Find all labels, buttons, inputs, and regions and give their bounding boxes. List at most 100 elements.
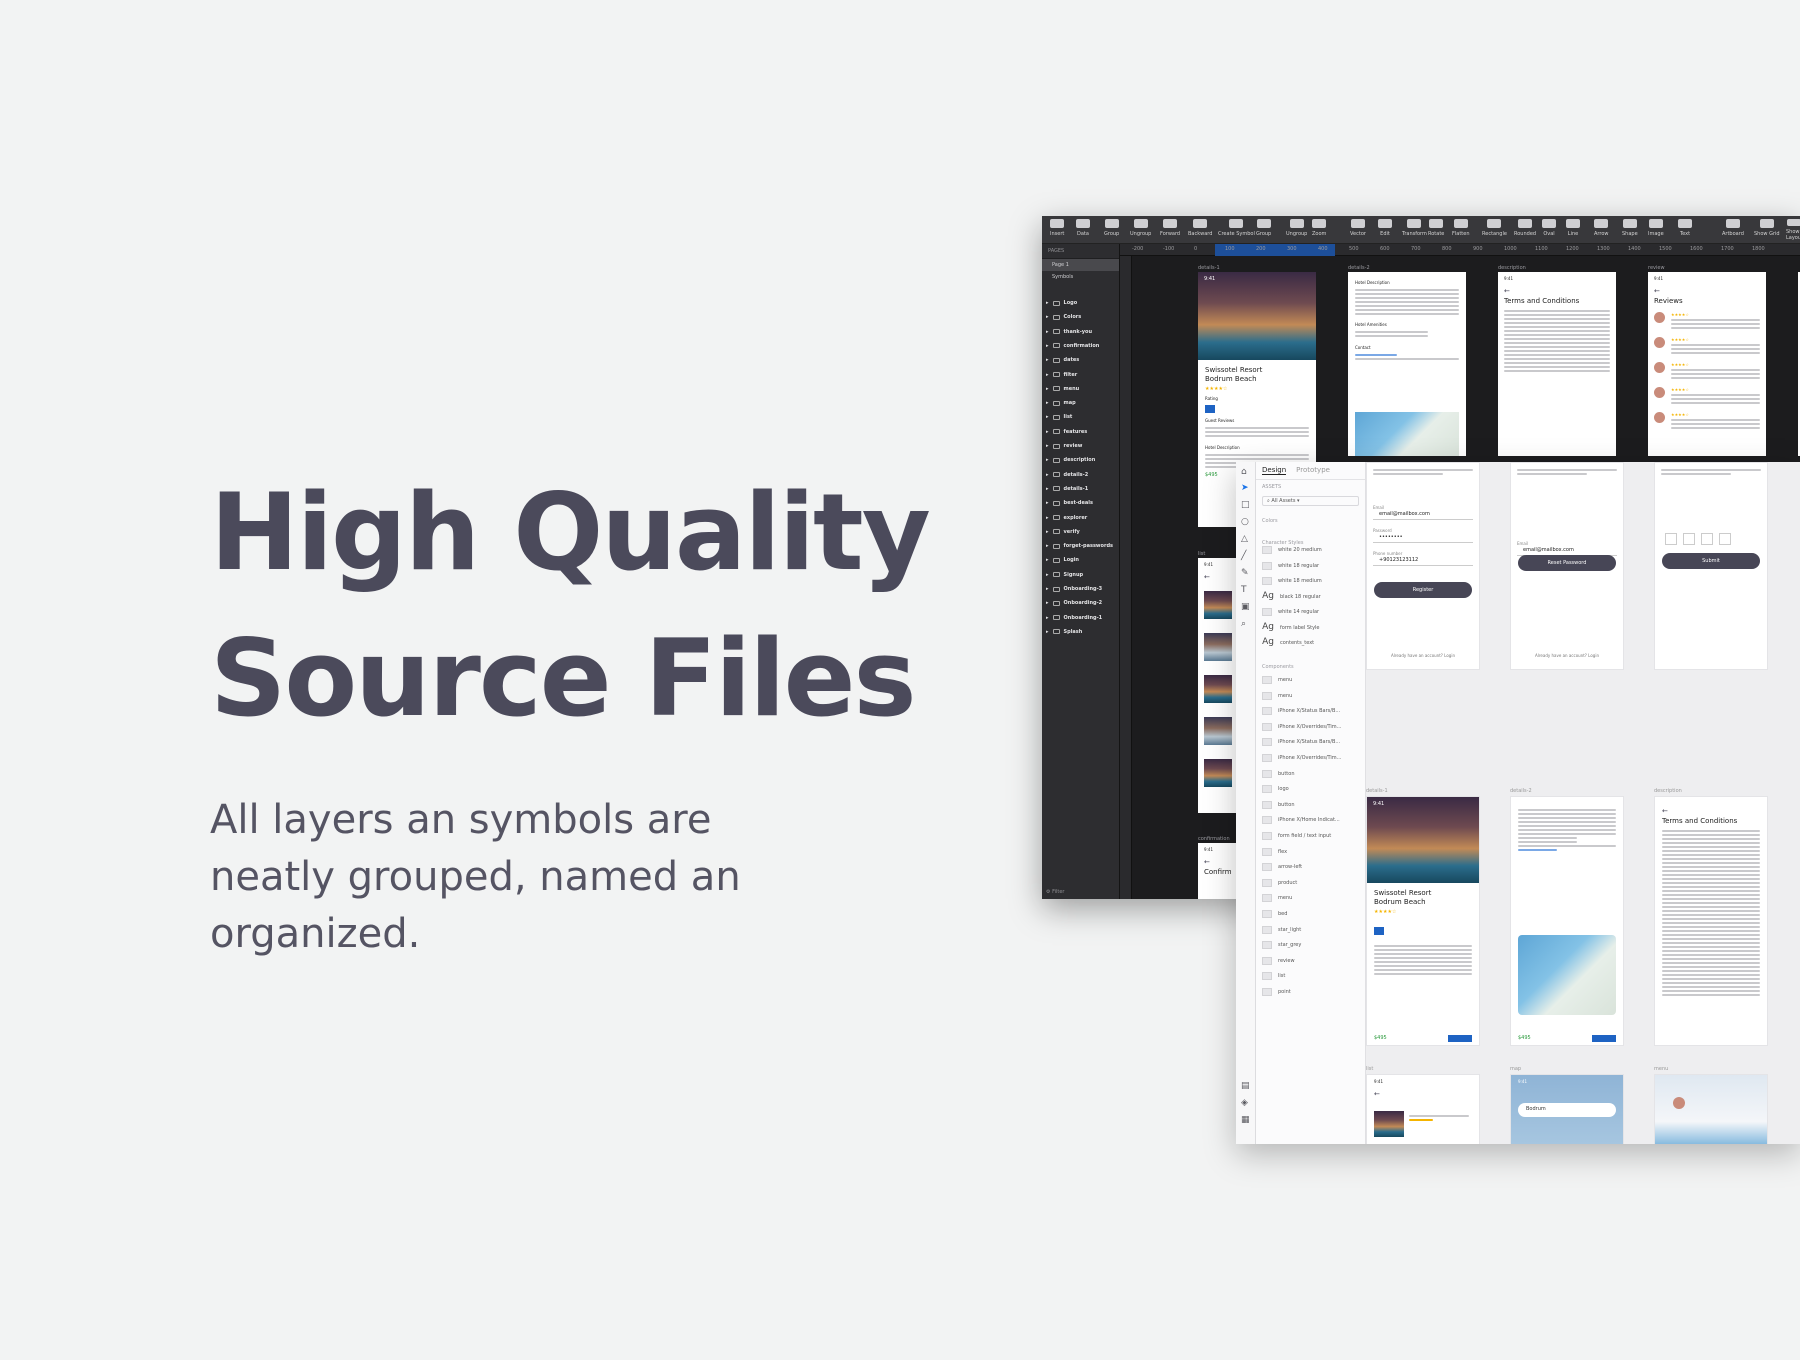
assets-icon[interactable]: ▦ bbox=[1241, 1116, 1250, 1125]
card-menu[interactable] bbox=[1654, 1074, 1768, 1144]
artboard-description[interactable]: 9:41 ← Terms and Conditions bbox=[1498, 272, 1616, 456]
component-item[interactable]: menu bbox=[1262, 676, 1362, 684]
toolbar-button-rounded[interactable]: Rounded bbox=[1514, 219, 1536, 241]
component-item[interactable]: list bbox=[1262, 972, 1362, 981]
pen-icon[interactable]: ✎ bbox=[1241, 569, 1250, 578]
component-item[interactable]: logo bbox=[1262, 785, 1362, 794]
artboard-list[interactable]: 9:41 ← bbox=[1198, 558, 1238, 813]
login-link[interactable]: Already have an account? Login bbox=[1367, 653, 1479, 658]
layer-item[interactable]: ▸ features bbox=[1046, 429, 1087, 435]
page-item-symbols[interactable]: Symbols bbox=[1042, 271, 1119, 283]
layer-filter[interactable]: ⚙ Filter bbox=[1046, 889, 1064, 895]
search-icon[interactable]: ⌕ bbox=[1241, 620, 1250, 629]
card-details2[interactable]: $495 bbox=[1510, 796, 1624, 1046]
form-register[interactable]: Email email@mailbox.com Password •••••••… bbox=[1366, 462, 1480, 670]
text-icon[interactable]: T bbox=[1241, 586, 1250, 595]
submit-button[interactable]: Submit bbox=[1662, 553, 1760, 569]
layer-item[interactable]: ▸ list bbox=[1046, 414, 1072, 420]
disclosure-arrow-icon[interactable]: ▸ bbox=[1046, 629, 1049, 635]
disclosure-arrow-icon[interactable]: ▸ bbox=[1046, 500, 1049, 506]
line-icon[interactable]: ╱ bbox=[1241, 552, 1250, 561]
back-arrow-icon[interactable]: ← bbox=[1648, 285, 1766, 297]
layer-item[interactable]: ▸ description bbox=[1046, 457, 1095, 463]
character-style-item[interactable]: white 18 regular bbox=[1262, 561, 1362, 570]
character-style-item[interactable]: white 20 medium bbox=[1262, 546, 1362, 554]
disclosure-arrow-icon[interactable]: ▸ bbox=[1046, 400, 1049, 406]
toolbar-button-transform[interactable]: Transform bbox=[1402, 219, 1427, 241]
rectangle-icon[interactable]: □ bbox=[1241, 501, 1250, 510]
disclosure-arrow-icon[interactable]: ▸ bbox=[1046, 543, 1049, 549]
disclosure-arrow-icon[interactable]: ▸ bbox=[1046, 343, 1049, 349]
component-item[interactable]: iPhone X/Overrides/Tim... bbox=[1262, 754, 1362, 762]
layer-item[interactable]: ▸ Onboarding-2 bbox=[1046, 600, 1102, 606]
artboard-details2[interactable]: Hotel Description Hotel Amenities Contac… bbox=[1348, 272, 1466, 456]
artboard-review[interactable]: 9:41 ← Reviews ★★★★☆ ★★★★☆ ★★★★☆ ★★★★☆ ★★★★☆ bbox=[1648, 272, 1766, 456]
toolbar-button-show-grid[interactable]: Show Grid bbox=[1754, 219, 1780, 241]
component-item[interactable]: product bbox=[1262, 878, 1362, 887]
toolbar-button-create-symbol[interactable]: Create Symbol bbox=[1218, 219, 1255, 241]
toolbar-button-forward[interactable]: Forward bbox=[1160, 219, 1180, 241]
disclosure-arrow-icon[interactable]: ▸ bbox=[1046, 414, 1049, 420]
disclosure-arrow-icon[interactable]: ▸ bbox=[1046, 329, 1049, 335]
password-field[interactable]: •••••••• bbox=[1373, 534, 1473, 543]
disclosure-arrow-icon[interactable]: ▸ bbox=[1046, 529, 1049, 535]
layer-item[interactable]: ▸ Logo bbox=[1046, 300, 1077, 306]
book-button[interactable] bbox=[1592, 1035, 1616, 1042]
toolbar-button-line[interactable]: Line bbox=[1566, 219, 1580, 241]
home-icon[interactable]: ⌂ bbox=[1241, 468, 1250, 477]
component-item[interactable]: button bbox=[1262, 769, 1362, 778]
component-item[interactable]: iPhone X/Status Bars/B... bbox=[1262, 707, 1362, 716]
map-view[interactable] bbox=[1518, 935, 1616, 1015]
book-button[interactable] bbox=[1448, 1035, 1472, 1042]
stack-icon[interactable]: ◈ bbox=[1241, 1099, 1250, 1108]
component-item[interactable]: flex bbox=[1262, 847, 1362, 856]
layer-item[interactable]: ▸ Signup bbox=[1046, 572, 1083, 578]
disclosure-arrow-icon[interactable]: ▸ bbox=[1046, 443, 1049, 449]
layer-item[interactable]: ▸ Onboarding-3 bbox=[1046, 586, 1102, 592]
component-item[interactable]: iPhone X/Overrides/Tim... bbox=[1262, 722, 1362, 731]
component-item[interactable]: point bbox=[1262, 988, 1362, 996]
card-map[interactable]: 9:41 Bodrum bbox=[1510, 1074, 1624, 1144]
toolbar-button-ungroup[interactable]: Ungroup bbox=[1130, 219, 1151, 241]
oval-icon[interactable]: ○ bbox=[1241, 518, 1250, 527]
card-list[interactable]: 9:41 ← bbox=[1366, 1074, 1480, 1144]
component-item[interactable]: button bbox=[1262, 800, 1362, 809]
assets-filter-select[interactable]: ⌕ All Assets ▾ bbox=[1262, 496, 1359, 506]
layer-item[interactable]: ▸ dates bbox=[1046, 357, 1079, 363]
email-field[interactable]: email@mailbox.com bbox=[1373, 511, 1473, 520]
page-item-page1[interactable]: Page 1 bbox=[1042, 259, 1119, 271]
layer-item[interactable]: ▸ details-1 bbox=[1046, 486, 1088, 492]
toolbar-button-image[interactable]: Image bbox=[1648, 219, 1664, 241]
layer-item[interactable]: ▸ verify bbox=[1046, 529, 1080, 535]
component-item[interactable]: iPhone X/Status Bars/B... bbox=[1262, 738, 1362, 747]
form-reset-password[interactable]: Email email@mailbox.com Reset Password A… bbox=[1510, 462, 1624, 670]
card-description[interactable]: ← Terms and Conditions bbox=[1654, 796, 1768, 1046]
disclosure-arrow-icon[interactable]: ▸ bbox=[1046, 314, 1049, 320]
toolbar-button-artboard[interactable]: Artboard bbox=[1722, 219, 1744, 241]
disclosure-arrow-icon[interactable]: ▸ bbox=[1046, 586, 1049, 592]
disclosure-arrow-icon[interactable]: ▸ bbox=[1046, 457, 1049, 463]
reset-password-button[interactable]: Reset Password bbox=[1518, 555, 1616, 571]
disclosure-arrow-icon[interactable]: ▸ bbox=[1046, 429, 1049, 435]
phone-field[interactable]: +90123123112 bbox=[1373, 557, 1473, 566]
component-item[interactable]: review bbox=[1262, 956, 1362, 965]
disclosure-arrow-icon[interactable]: ▸ bbox=[1046, 472, 1049, 478]
back-arrow-icon[interactable]: ← bbox=[1367, 1088, 1479, 1100]
disclosure-arrow-icon[interactable]: ▸ bbox=[1046, 600, 1049, 606]
layer-item[interactable]: ▸ explorer bbox=[1046, 515, 1087, 521]
toolbar-button-group[interactable]: Group bbox=[1104, 219, 1119, 241]
disclosure-arrow-icon[interactable]: ▸ bbox=[1046, 557, 1049, 563]
back-arrow-icon[interactable]: ← bbox=[1498, 285, 1616, 297]
toolbar-button-text[interactable]: Text bbox=[1678, 219, 1692, 241]
character-style-item[interactable]: white 14 regular bbox=[1262, 608, 1362, 616]
toolbar-button-show-layout[interactable]: Show Layout bbox=[1786, 219, 1800, 241]
disclosure-arrow-icon[interactable]: ▸ bbox=[1046, 486, 1049, 492]
disclosure-arrow-icon[interactable]: ▸ bbox=[1046, 572, 1049, 578]
toolbar-button-zoom[interactable]: Zoom bbox=[1312, 219, 1326, 241]
layer-item[interactable]: ▸ menu bbox=[1046, 386, 1079, 392]
toolbar-button-oval[interactable]: Oval bbox=[1542, 219, 1556, 241]
back-arrow-icon[interactable]: ← bbox=[1198, 856, 1238, 868]
layer-item[interactable]: ▸ review bbox=[1046, 443, 1082, 449]
layer-item[interactable]: ▸ Login bbox=[1046, 557, 1079, 563]
triangle-icon[interactable]: △ bbox=[1241, 535, 1250, 544]
